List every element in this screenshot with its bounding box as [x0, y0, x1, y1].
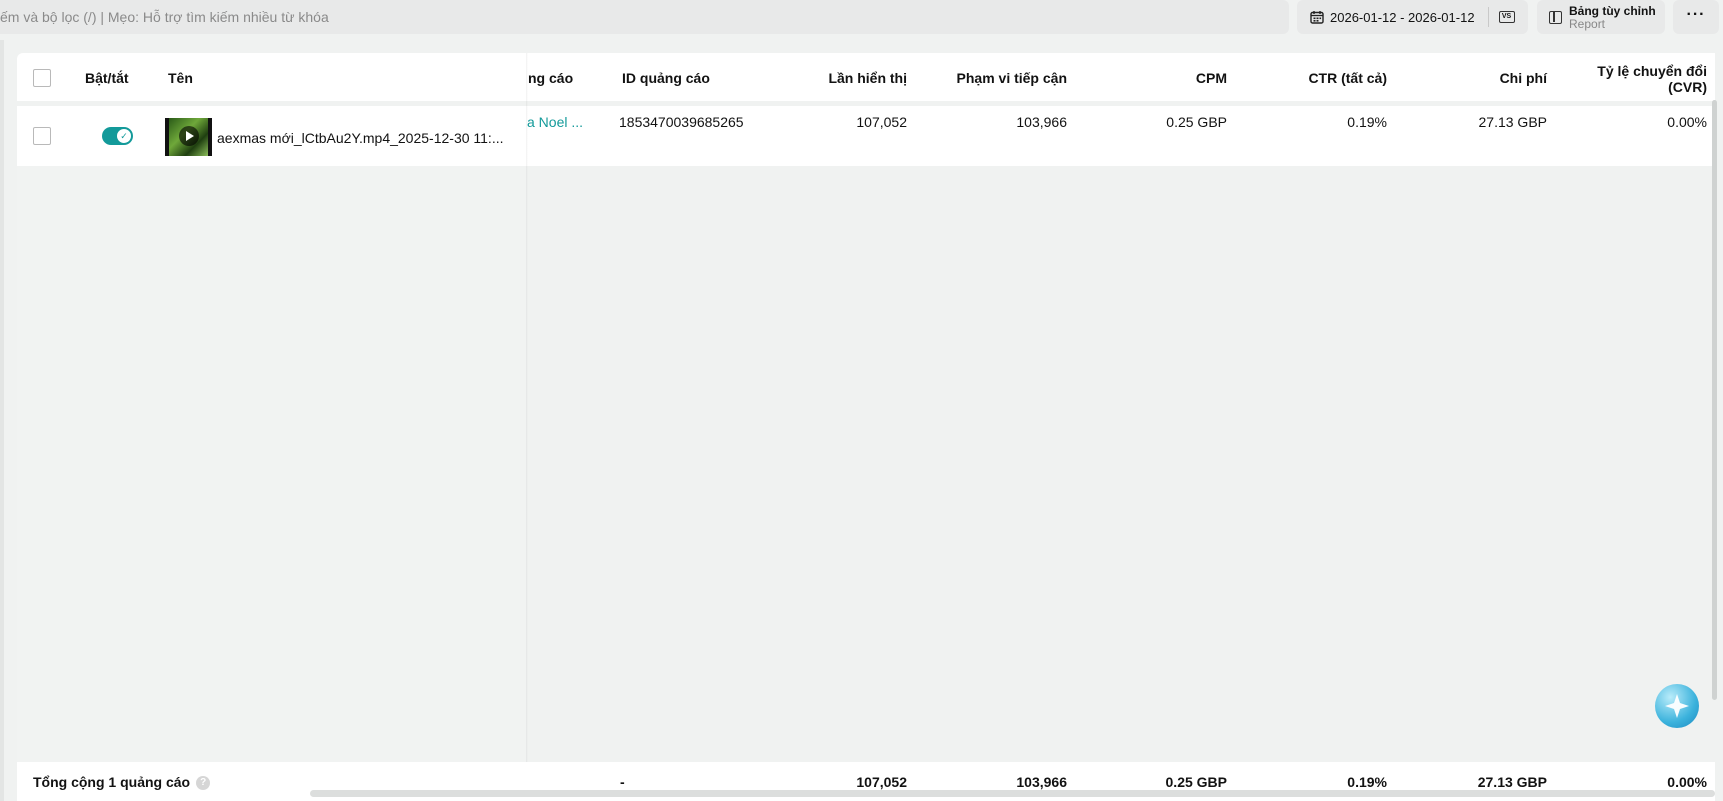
cvr-value: 0.00% [1667, 114, 1707, 130]
row-checkbox[interactable] [33, 127, 51, 145]
impressions-value: 107,052 [856, 114, 907, 130]
date-range-text: 2026-01-12 - 2026-01-12 [1330, 9, 1475, 25]
ad-name[interactable]: aexmas mới_lCtbAu2Y.mp4_2025-12-30 11:..… [217, 130, 504, 146]
ctr-value: 0.19% [1347, 114, 1387, 130]
search-input[interactable]: ếm và bộ lọc (/) | Mẹo: Hỗ trợ tìm kiếm … [0, 0, 1289, 34]
totals-label: Tổng cộng 1 quảng cáo? [33, 774, 211, 791]
table-columns-icon [1549, 11, 1562, 24]
totals-cost: 27.13 GBP [1477, 774, 1547, 790]
custom-table-button[interactable]: Bảng tùy chỉnh Report [1537, 0, 1665, 34]
sparkle-icon [1665, 694, 1689, 718]
cost-value: 27.13 GBP [1478, 114, 1548, 130]
more-options-button[interactable]: ··· [1673, 0, 1719, 34]
search-placeholder: ếm và bộ lọc (/) | Mẹo: Hỗ trợ tìm kiếm … [0, 9, 329, 25]
reach-value: 103,966 [1016, 114, 1067, 130]
totals-impressions: 107,052 [856, 774, 907, 790]
vertical-scrollbar[interactable] [1712, 100, 1717, 700]
header-name[interactable]: Tên [168, 70, 193, 86]
divider [1487, 7, 1489, 27]
cpm-value: 0.25 GBP [1166, 114, 1227, 130]
totals-cvr: 0.00% [1667, 774, 1707, 790]
custom-table-sublabel: Report [1569, 17, 1606, 31]
ad-group-link[interactable]: a Noel ... [527, 114, 583, 130]
frozen-column-area [17, 166, 527, 762]
top-toolbar: ếm và bộ lọc (/) | Mẹo: Hỗ trợ tìm kiếm … [0, 0, 1723, 36]
compare-vs-icon[interactable]: VS [1498, 11, 1515, 23]
select-all-checkbox[interactable] [33, 69, 51, 87]
header-cvr-line1: Tỷ lệ chuyển đổi [1597, 63, 1707, 79]
totals-reach: 103,966 [1016, 774, 1067, 790]
ai-assistant-button[interactable] [1655, 684, 1699, 728]
frozen-column-divider [526, 53, 528, 801]
header-cpm[interactable]: CPM [1077, 70, 1227, 86]
totals-label-text: Tổng cộng 1 quảng cáo [33, 774, 191, 790]
date-range-picker[interactable]: 2026-01-12 - 2026-01-12 VS [1297, 0, 1528, 34]
header-ad-id[interactable]: ID quảng cáo [622, 70, 710, 86]
header-ad-group[interactable]: ng cáo [528, 70, 573, 86]
header-cvr-line2: (CVR) [1668, 79, 1707, 95]
header-cost[interactable]: Chi phí [1397, 70, 1547, 86]
ad-id-value: 1853470039685265 [619, 114, 744, 130]
calendar-icon [1310, 11, 1324, 24]
header-impressions[interactable]: Lần hiển thị [760, 70, 907, 86]
ad-enable-toggle[interactable]: ✓ [102, 127, 133, 145]
totals-ctr: 0.19% [1347, 774, 1387, 790]
check-icon: ✓ [117, 129, 131, 143]
custom-table-label: Bảng tùy chỉnh [1569, 4, 1656, 18]
header-cvr[interactable]: Tỷ lệ chuyển đổi (CVR) [1557, 63, 1707, 95]
totals-cpm: 0.25 GBP [1165, 774, 1227, 790]
header-toggle[interactable]: Bật/tắt [85, 70, 129, 86]
left-panel-edge [0, 40, 4, 801]
totals-ad-id: - [620, 774, 625, 790]
play-icon [179, 126, 199, 146]
header-reach[interactable]: Phạm vi tiếp cận [917, 70, 1067, 86]
help-icon[interactable]: ? [196, 776, 211, 791]
header-ctr[interactable]: CTR (tất cả) [1237, 70, 1387, 86]
horizontal-scrollbar[interactable] [310, 790, 1715, 797]
video-thumbnail[interactable] [165, 118, 212, 156]
